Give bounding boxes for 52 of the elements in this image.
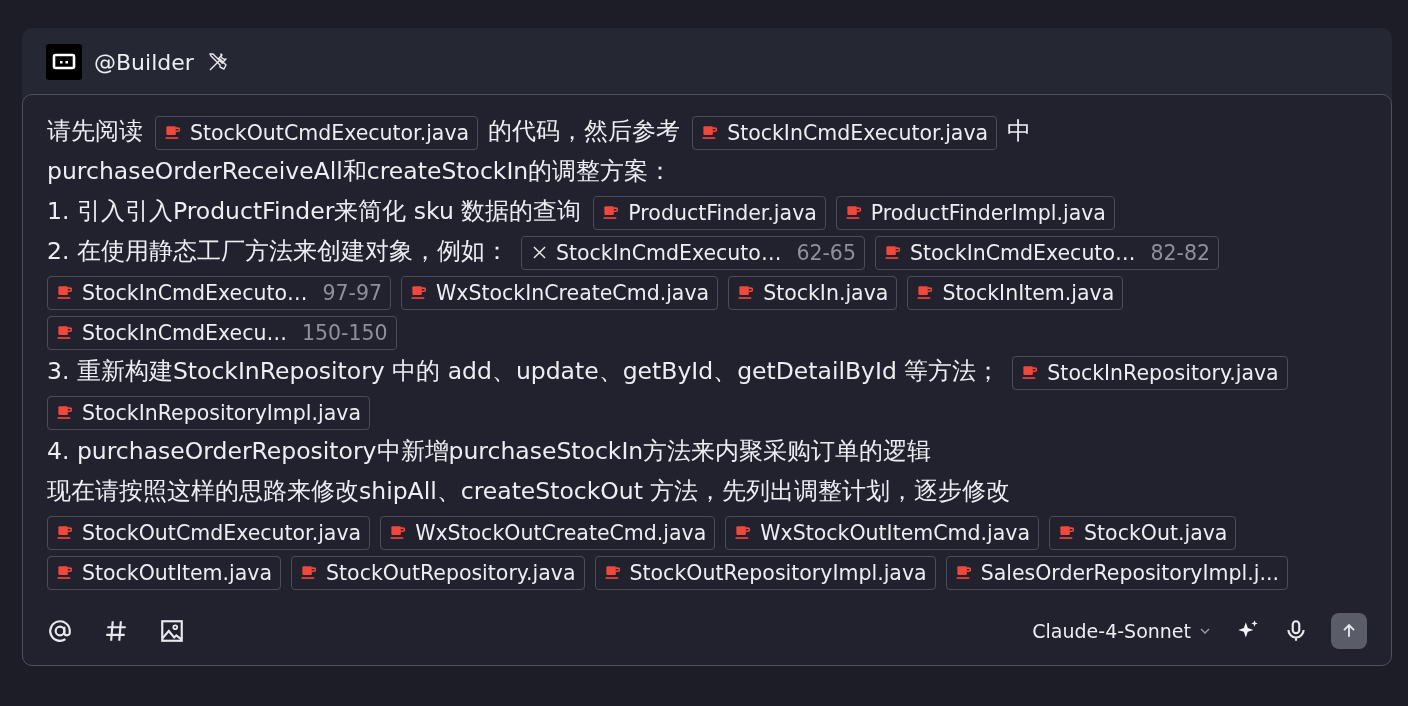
- mention-icon[interactable]: [47, 618, 73, 644]
- line-range: 62-65: [796, 239, 856, 267]
- model-selector[interactable]: Claude-4-Sonnet: [1032, 620, 1213, 642]
- file-chip[interactable]: StockInCmdExecuto… 97-97: [47, 275, 392, 310]
- prompt-text: 4. purchaseOrderRepository中新增purchaseStockIn方法来内聚采购订单的逻辑: [47, 437, 932, 465]
- file-chip[interactable]: SalesOrderRepositoryImpl.j...: [945, 555, 1288, 590]
- prompt-text: 1. 引入引入ProductFinder来简化 sku 数据的查询: [47, 197, 582, 225]
- agent-logo-icon: [46, 44, 82, 80]
- cup-icon: [883, 243, 903, 262]
- file-chip[interactable]: StockInRepository.java: [1012, 355, 1288, 390]
- file-chip[interactable]: StockOutRepository.java: [291, 555, 585, 590]
- prompt-text: 现在请按照这样的思路来修改shipAll、createStockOut 方法，先列出调整计划，逐步修改: [47, 477, 1011, 505]
- cup-icon: [56, 283, 75, 302]
- file-chip[interactable]: StockInItem.java: [907, 275, 1124, 310]
- cup-icon: [56, 403, 75, 422]
- file-chip[interactable]: StockOut.java: [1049, 515, 1237, 550]
- file-chip[interactable]: StockInCmdExecu… 150-150: [47, 315, 397, 350]
- line-range: 97-97: [322, 279, 383, 307]
- cup-icon: [56, 563, 75, 582]
- prompt-text: 中: [1007, 117, 1032, 145]
- line-range: 82-82: [1150, 239, 1211, 267]
- cup-icon: [56, 323, 75, 342]
- line-range: 150-150: [301, 319, 388, 347]
- cup-icon: [56, 523, 75, 542]
- file-chip[interactable]: StockOutRepositoryImpl.java: [594, 555, 936, 590]
- prompt-text: 的代码，然后参考: [488, 117, 681, 145]
- cup-icon: [164, 123, 183, 142]
- file-chip[interactable]: StockInCmdExecuto… 82-82: [874, 235, 1220, 270]
- file-chip[interactable]: StockOutCmdExecutor.java: [47, 515, 371, 550]
- prompt-text: 2. 在使用静态工厂方法来创建对象，例如：: [47, 237, 509, 265]
- file-chip[interactable]: ProductFinder.java: [593, 195, 826, 230]
- file-chip[interactable]: WxStockOutCreateCmd.java: [380, 515, 716, 550]
- file-chip[interactable]: ProductFinderImpl.java: [835, 195, 1115, 230]
- file-chip[interactable]: StockInCmdExecutor.java: [692, 115, 998, 150]
- file-chip[interactable]: StockInRepositoryImpl.java: [47, 395, 370, 430]
- send-button[interactable]: [1331, 613, 1367, 649]
- cup-icon: [954, 563, 974, 582]
- prompt-text: purchaseOrderReceiveAll和createStockIn的调整方案：: [47, 157, 673, 185]
- cup-icon: [844, 203, 864, 222]
- file-chip[interactable]: StockOutCmdExecutor.java: [155, 115, 479, 150]
- image-icon[interactable]: [159, 618, 185, 644]
- file-chip[interactable]: WxStockOutItemCmd.java: [725, 515, 1040, 550]
- prompt-box[interactable]: [22, 94, 1392, 666]
- agent-name: @Builder: [94, 49, 194, 75]
- file-chip[interactable]: StockInCmdExecuto… 62-65: [520, 235, 865, 270]
- file-chip[interactable]: WxStockInCreateCmd.java: [401, 275, 719, 310]
- hashtag-icon[interactable]: [103, 618, 129, 644]
- cup-icon: [603, 563, 623, 582]
- prompt-text: 3. 重新构建StockInRepository 中的 add、update、getById、getDetailById 等方法；: [47, 357, 1001, 385]
- prompt-text: 请先阅读: [47, 117, 143, 145]
- file-chip[interactable]: StockIn.java: [728, 275, 898, 310]
- file-chip[interactable]: StockOutItem.java: [47, 555, 282, 590]
